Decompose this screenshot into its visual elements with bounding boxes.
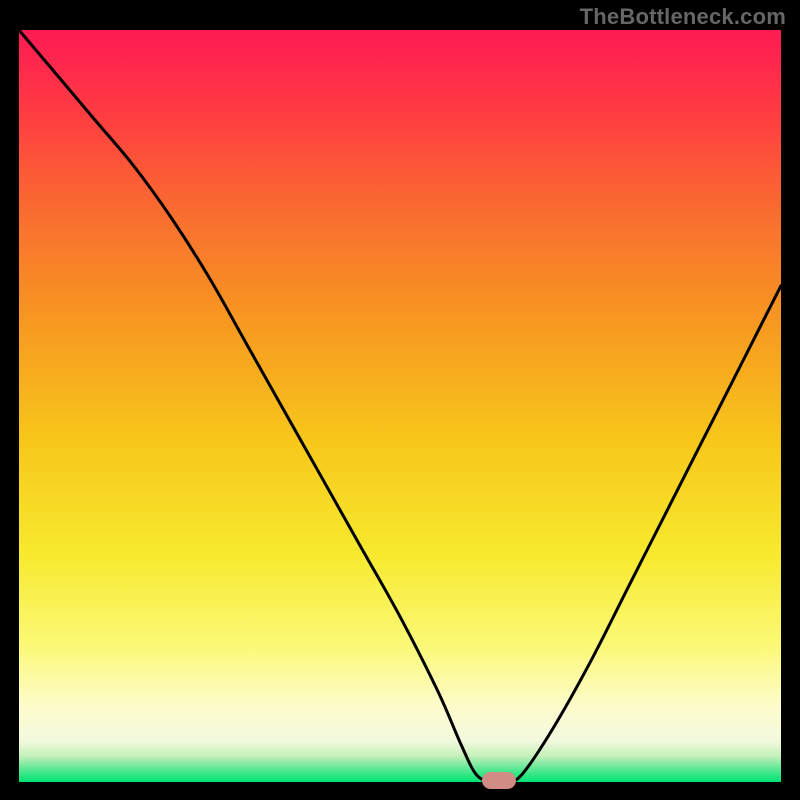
watermark-text: TheBottleneck.com bbox=[580, 4, 786, 30]
chart-svg bbox=[19, 30, 781, 782]
optimal-marker bbox=[482, 772, 516, 789]
chart-frame: TheBottleneck.com bbox=[0, 0, 800, 800]
gradient-background bbox=[19, 30, 781, 782]
plot-area bbox=[19, 30, 781, 782]
